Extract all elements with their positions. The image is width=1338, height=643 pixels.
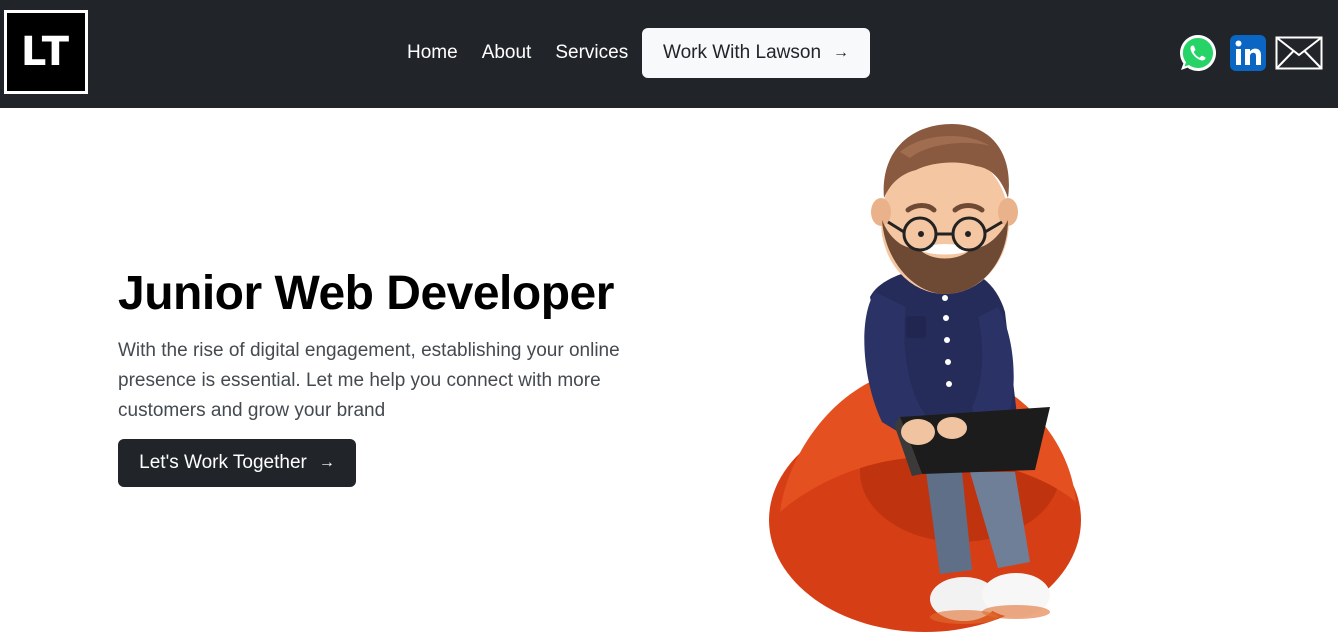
work-with-lawson-button[interactable]: Work With Lawson → xyxy=(642,28,870,78)
logo-text: LT xyxy=(20,29,72,75)
arrow-right-icon: → xyxy=(318,454,335,471)
hero-title: Junior Web Developer xyxy=(118,267,614,320)
lets-work-together-label: Let's Work Together xyxy=(139,452,307,473)
linkedin-link[interactable] xyxy=(1228,32,1268,74)
whatsapp-icon xyxy=(1180,34,1217,71)
mail-icon xyxy=(1275,36,1323,70)
arrow-right-icon: → xyxy=(833,44,850,61)
nav-link-about[interactable]: About xyxy=(482,42,532,64)
work-with-lawson-label: Work With Lawson xyxy=(662,42,822,63)
lets-work-together-button[interactable]: Let's Work Together → xyxy=(118,439,356,487)
brand-logo[interactable]: LT xyxy=(4,10,88,94)
hero-description: With the rise of digital engagement, est… xyxy=(118,340,620,421)
developer-on-beanbag-illustration xyxy=(769,124,1081,632)
whatsapp-link[interactable] xyxy=(1176,32,1220,74)
navbar: LT Home About Services Work With Lawson … xyxy=(0,0,1338,108)
linkedin-icon xyxy=(1230,35,1266,71)
email-link[interactable] xyxy=(1274,32,1324,74)
nav-link-services[interactable]: Services xyxy=(555,42,628,64)
main-nav: Home About Services xyxy=(407,28,628,78)
nav-link-home[interactable]: Home xyxy=(407,42,458,64)
